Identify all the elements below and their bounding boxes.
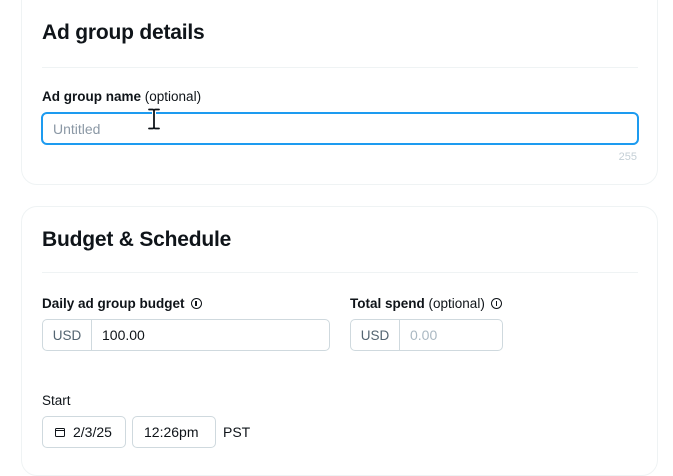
daily-budget-currency: USD xyxy=(43,320,92,350)
section-divider xyxy=(42,67,638,68)
section-divider xyxy=(42,272,638,273)
budget-schedule-title: Budget & Schedule xyxy=(42,228,232,251)
ad-group-name-input[interactable] xyxy=(41,112,639,145)
start-label: Start xyxy=(42,393,71,408)
daily-budget-label-text: Daily ad group budget xyxy=(42,296,185,311)
optional-tag: (optional) xyxy=(428,296,485,311)
total-spend-label-text: Total spend xyxy=(350,296,425,311)
start-time-picker[interactable]: 12:26pm xyxy=(132,416,216,448)
calendar-icon xyxy=(55,427,65,437)
daily-budget-input[interactable] xyxy=(92,320,329,350)
timezone-label: PST xyxy=(223,424,251,440)
total-spend-input[interactable] xyxy=(400,320,502,350)
start-date-picker[interactable]: 2/3/25 xyxy=(42,416,126,448)
total-spend-field: USD xyxy=(350,319,503,351)
ad-group-details-card: Ad group details Ad group name (optional… xyxy=(21,0,658,185)
ad-group-details-title: Ad group details xyxy=(42,21,205,44)
optional-tag: (optional) xyxy=(144,89,202,104)
ad-group-name-label-text: Ad group name xyxy=(42,89,142,104)
start-time-value: 12:26pm xyxy=(144,424,199,440)
ad-group-name-label: Ad group name (optional) xyxy=(42,89,201,104)
total-spend-label: Total spend (optional) xyxy=(350,296,502,311)
total-spend-currency: USD xyxy=(351,320,400,350)
character-limit-counter: 255 xyxy=(618,151,637,163)
info-icon[interactable] xyxy=(190,298,202,309)
start-date-value: 2/3/25 xyxy=(73,424,112,440)
daily-budget-field: USD xyxy=(42,319,330,351)
budget-schedule-card: Budget & Schedule Daily ad group budget … xyxy=(21,206,658,476)
info-icon[interactable] xyxy=(490,298,502,309)
daily-budget-label: Daily ad group budget xyxy=(42,296,202,311)
text-cursor-icon xyxy=(147,108,161,130)
